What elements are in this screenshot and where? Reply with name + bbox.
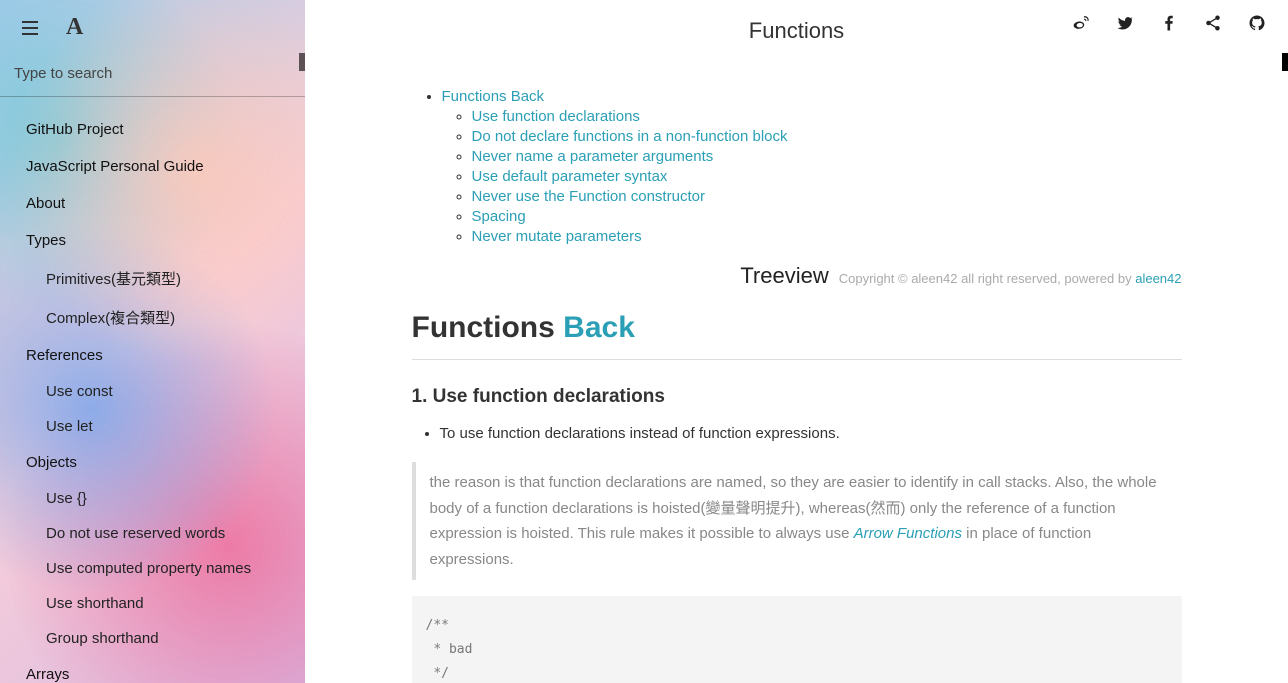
main-scrollbar-thumb[interactable] bbox=[1282, 53, 1288, 71]
sidebar-section-references[interactable]: References bbox=[0, 337, 305, 374]
main-content: Functions Functions Back Use function de… bbox=[305, 0, 1288, 683]
sidebar-item-use-const[interactable]: Use const bbox=[20, 374, 305, 409]
logo[interactable]: A bbox=[66, 14, 83, 41]
sidebar-item-about[interactable]: About bbox=[0, 185, 305, 222]
top-icons bbox=[1072, 14, 1266, 32]
sidebar-item-github-project[interactable]: GitHub Project bbox=[0, 111, 305, 148]
github-icon[interactable] bbox=[1248, 14, 1266, 32]
sidebar-item-use-shorthand[interactable]: Use shorthand bbox=[20, 586, 305, 621]
twitter-icon[interactable] bbox=[1116, 14, 1134, 32]
sidebar-section-arrays[interactable]: Arrays bbox=[0, 656, 305, 683]
toc-item-1[interactable]: Do not declare functions in a non-functi… bbox=[472, 128, 788, 145]
sidebar-item-complex[interactable]: Complex(複合類型) bbox=[20, 298, 305, 337]
toc-item-2[interactable]: Never name a parameter arguments bbox=[472, 148, 714, 165]
sidebar-item-no-reserved[interactable]: Do not use reserved words bbox=[20, 516, 305, 551]
sidebar-item-computed-names[interactable]: Use computed property names bbox=[20, 551, 305, 586]
treeview-label: Treeview bbox=[740, 263, 828, 289]
table-of-contents: Functions Back Use function declarations… bbox=[412, 88, 1182, 245]
toc-item-6[interactable]: Never mutate parameters bbox=[472, 228, 642, 245]
sidebar-item-group-shorthand[interactable]: Group shorthand bbox=[20, 621, 305, 656]
facebook-icon[interactable] bbox=[1160, 14, 1178, 32]
section-1-bullet: To use function declarations instead of … bbox=[440, 422, 1182, 446]
sidebar: A GitHub Project JavaScript Personal Gui… bbox=[0, 0, 305, 683]
share-icon[interactable] bbox=[1204, 14, 1222, 32]
menu-icon[interactable] bbox=[22, 21, 38, 35]
copyright-link[interactable]: aleen42 bbox=[1135, 271, 1181, 286]
sidebar-item-use-let[interactable]: Use let bbox=[20, 409, 305, 444]
search-input[interactable] bbox=[0, 51, 305, 96]
toc-item-3[interactable]: Use default parameter syntax bbox=[472, 168, 668, 185]
sidebar-section-objects[interactable]: Objects bbox=[0, 444, 305, 481]
section-1-quote: the reason is that function declarations… bbox=[412, 462, 1182, 580]
weibo-icon[interactable] bbox=[1072, 14, 1090, 32]
toc-root[interactable]: Functions Back bbox=[442, 88, 545, 105]
section-1-list: To use function declarations instead of … bbox=[412, 422, 1182, 446]
toc-item-4[interactable]: Never use the Function constructor bbox=[472, 188, 705, 205]
toc-item-5[interactable]: Spacing bbox=[472, 208, 526, 225]
sidebar-nav: GitHub Project JavaScript Personal Guide… bbox=[0, 97, 305, 683]
back-link[interactable]: Back bbox=[563, 311, 635, 344]
section-1-heading: 1. Use function declarations bbox=[412, 386, 1182, 408]
copyright-text: Copyright © aleen42 all right reserved, … bbox=[839, 271, 1182, 286]
sidebar-section-types[interactable]: Types bbox=[0, 222, 305, 259]
code-block: /** * bad */ const foo = function() { }; bbox=[412, 596, 1182, 683]
sidebar-scrollbar-thumb[interactable] bbox=[299, 53, 305, 71]
page-title: Functions bbox=[749, 18, 844, 43]
sidebar-item-js-guide[interactable]: JavaScript Personal Guide bbox=[0, 148, 305, 185]
sidebar-item-use-braces[interactable]: Use {} bbox=[20, 481, 305, 516]
sidebar-item-primitives[interactable]: Primitives(基元類型) bbox=[20, 259, 305, 298]
arrow-functions-link[interactable]: Arrow Functions bbox=[854, 525, 962, 542]
page-heading: Functions Back bbox=[412, 311, 1182, 360]
toc-item-0[interactable]: Use function declarations bbox=[472, 108, 640, 125]
